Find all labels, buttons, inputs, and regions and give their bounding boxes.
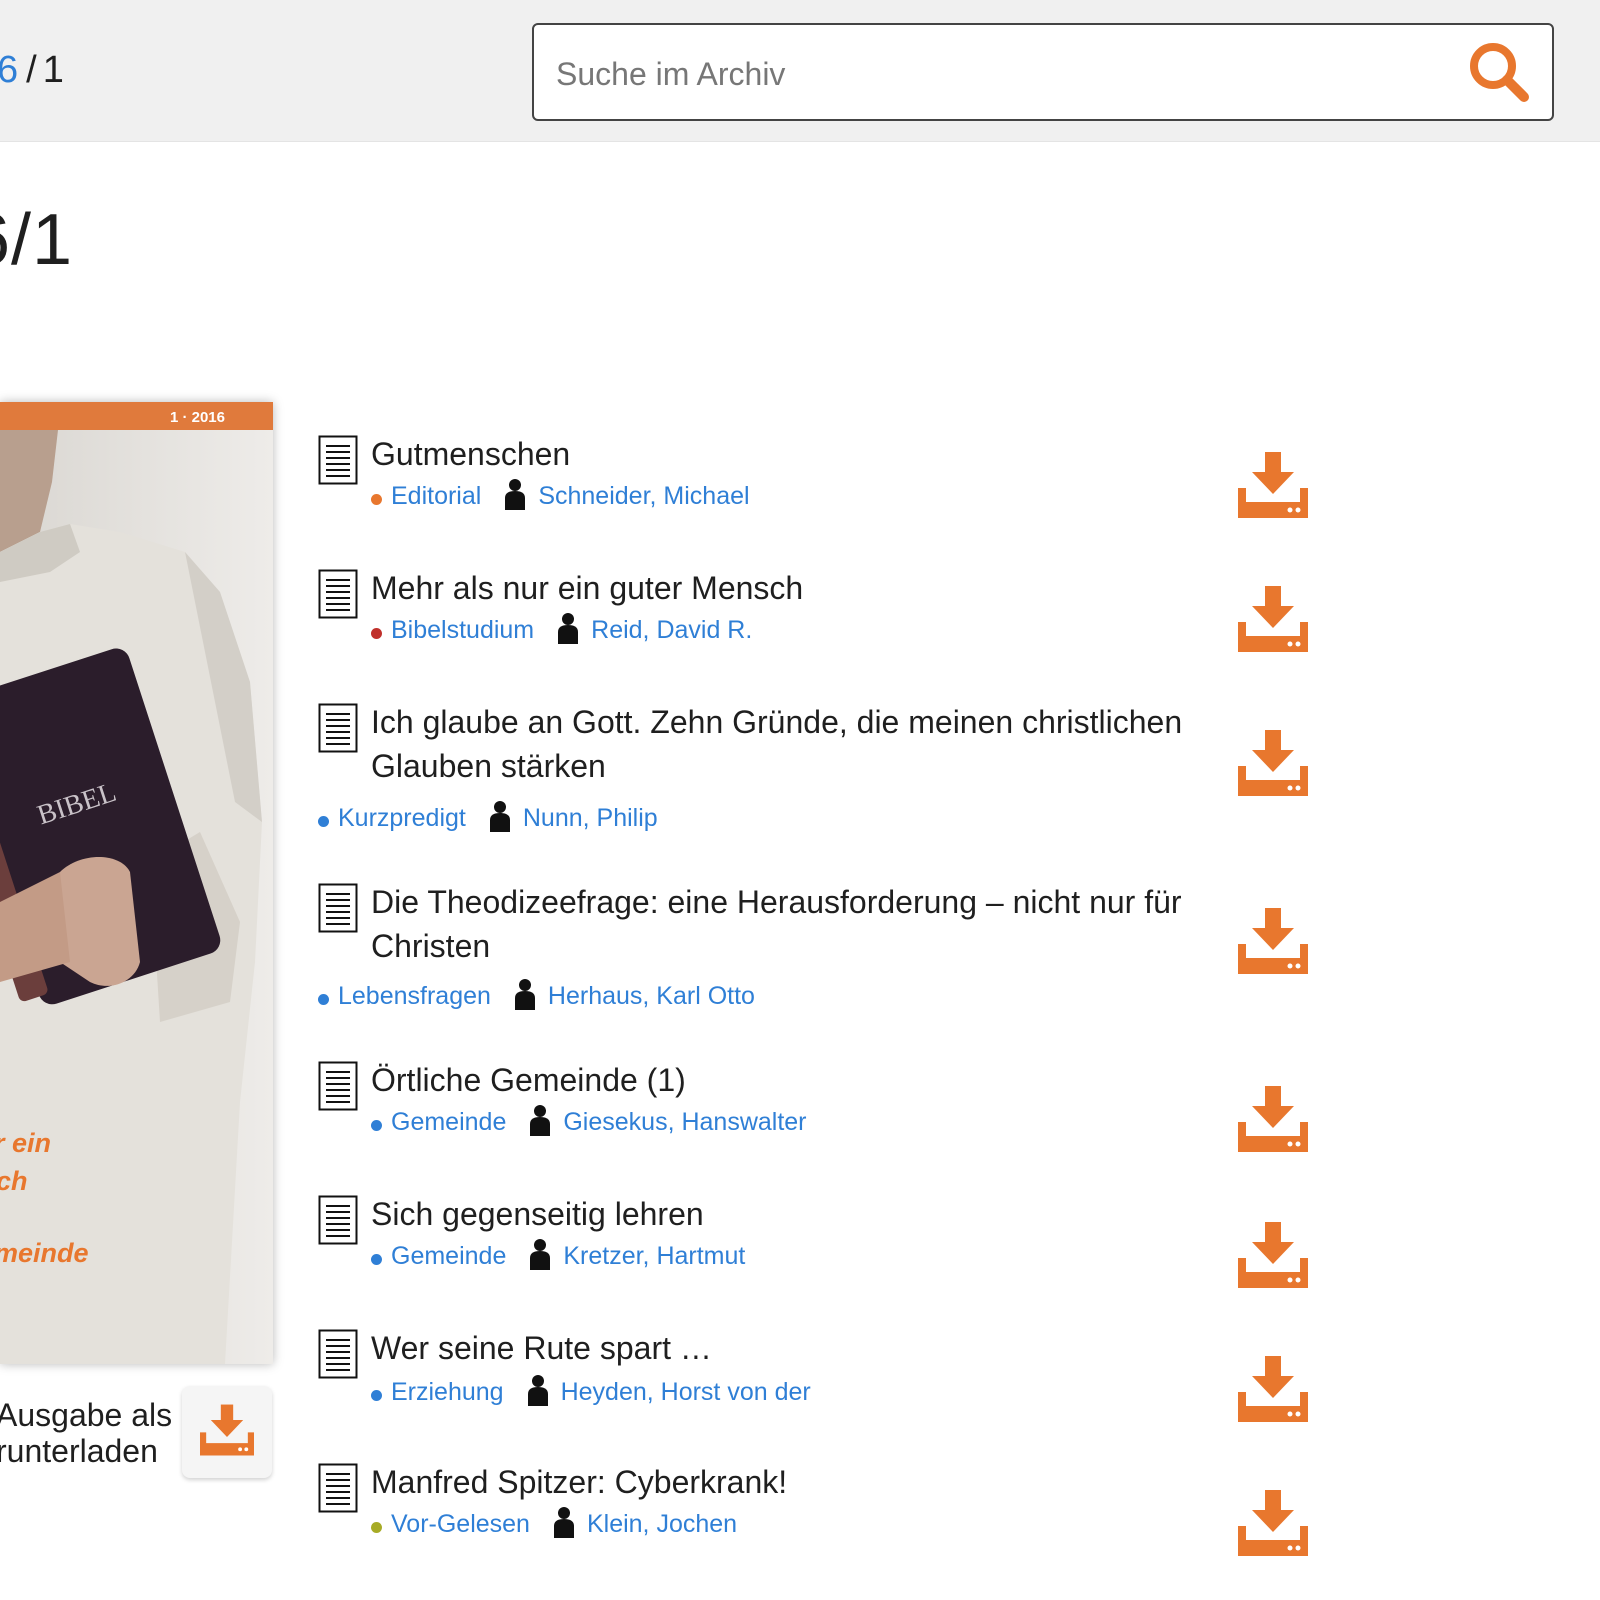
author-link[interactable]: Klein, Jochen bbox=[587, 1510, 737, 1538]
person-icon bbox=[558, 613, 579, 644]
document-icon[interactable] bbox=[318, 1195, 358, 1245]
download-icon[interactable] bbox=[1238, 1356, 1308, 1422]
download-issue-label: Ausgabe als runterladen bbox=[0, 1397, 176, 1469]
download-issue-button[interactable] bbox=[182, 1386, 272, 1478]
article-meta: Kurzpredigt Nunn, Philip bbox=[318, 800, 658, 833]
top-bar: 6/1 bbox=[0, 0, 1600, 142]
cover-caption-line-3: meinde bbox=[0, 1238, 89, 1268]
search-input[interactable] bbox=[554, 43, 1438, 105]
download-icon[interactable] bbox=[1238, 1490, 1308, 1556]
person-icon bbox=[514, 979, 535, 1010]
document-icon[interactable] bbox=[318, 1329, 358, 1379]
person-icon bbox=[553, 1507, 574, 1538]
document-icon[interactable] bbox=[318, 569, 358, 619]
article-title[interactable]: Wer seine Rute spart … bbox=[371, 1326, 1216, 1370]
person-icon bbox=[530, 1105, 551, 1136]
download-icon[interactable] bbox=[1238, 908, 1308, 974]
article-meta: Lebensfragen Herhaus, Karl Otto bbox=[318, 978, 755, 1011]
cover-issue-label: 1 · 2016 bbox=[170, 409, 225, 426]
download-icon[interactable] bbox=[1238, 1222, 1308, 1288]
article-title[interactable]: Sich gegenseitig lehren bbox=[371, 1192, 1216, 1236]
category-link[interactable]: Editorial bbox=[391, 482, 481, 510]
category-link[interactable]: Erziehung bbox=[391, 1378, 504, 1406]
cover-caption-line-1: r ein bbox=[0, 1128, 51, 1158]
breadcrumb-current-link[interactable]: 6 bbox=[0, 49, 18, 91]
download-icon bbox=[200, 1404, 254, 1456]
download-icon[interactable] bbox=[1238, 452, 1308, 518]
document-icon[interactable] bbox=[318, 703, 358, 753]
article-title[interactable]: Mehr als nur ein guter Mensch bbox=[371, 566, 1216, 610]
article-title[interactable]: Die Theodizeefrage: eine Herausforderung… bbox=[371, 880, 1216, 968]
search-box bbox=[532, 23, 1554, 121]
breadcrumb-separator: / bbox=[26, 49, 37, 91]
article-meta: Erziehung Heyden, Horst von der bbox=[371, 1374, 811, 1407]
article-title[interactable]: Örtliche Gemeinde (1) bbox=[371, 1058, 1216, 1102]
search-icon bbox=[1470, 43, 1529, 102]
article-title[interactable]: Manfred Spitzer: Cyberkrank! bbox=[371, 1460, 1216, 1504]
person-icon bbox=[505, 479, 526, 510]
category-dot bbox=[371, 628, 382, 639]
issue-cover-image[interactable]: 1 · 2016 BIBEL r ein ch meinde bbox=[0, 402, 273, 1364]
category-dot bbox=[371, 494, 382, 505]
download-icon[interactable] bbox=[1238, 730, 1308, 796]
article-meta: Editorial Schneider, Michael bbox=[371, 478, 750, 511]
category-dot bbox=[371, 1120, 382, 1131]
category-dot bbox=[371, 1254, 382, 1265]
breadcrumb: 6/1 bbox=[0, 46, 64, 94]
document-icon[interactable] bbox=[318, 1463, 358, 1513]
cover-header-band bbox=[0, 402, 273, 430]
article-meta: Bibelstudium Reid, David R. bbox=[371, 612, 752, 645]
author-link[interactable]: Reid, David R. bbox=[591, 616, 752, 644]
person-icon bbox=[530, 1239, 551, 1270]
download-issue-label-line1: Ausgabe als bbox=[0, 1397, 173, 1433]
article-meta: Vor-Gelesen Klein, Jochen bbox=[371, 1506, 737, 1539]
article-title[interactable]: Gutmenschen bbox=[371, 432, 1216, 476]
download-icon[interactable] bbox=[1238, 586, 1308, 652]
category-link[interactable]: Kurzpredigt bbox=[338, 804, 466, 832]
download-issue-label-line2: runterladen bbox=[0, 1433, 158, 1469]
category-link[interactable]: Gemeinde bbox=[391, 1108, 506, 1136]
document-icon[interactable] bbox=[318, 1061, 358, 1111]
article-meta: Gemeinde Giesekus, Hanswalter bbox=[371, 1104, 807, 1137]
article-meta: Gemeinde Kretzer, Hartmut bbox=[371, 1238, 745, 1271]
author-link[interactable]: Giesekus, Hanswalter bbox=[563, 1108, 806, 1136]
search-button[interactable] bbox=[1464, 37, 1534, 107]
category-dot bbox=[371, 1522, 382, 1533]
category-link[interactable]: Gemeinde bbox=[391, 1242, 506, 1270]
category-dot bbox=[318, 994, 329, 1005]
page-title: 6/1 bbox=[0, 200, 74, 280]
category-link[interactable]: Lebensfragen bbox=[338, 982, 491, 1010]
article-title[interactable]: Ich glaube an Gott. Zehn Gründe, die mei… bbox=[371, 700, 1216, 788]
author-link[interactable]: Heyden, Horst von der bbox=[561, 1378, 811, 1406]
person-icon bbox=[527, 1375, 548, 1406]
cover-caption-line-2: ch bbox=[0, 1166, 28, 1196]
download-icon[interactable] bbox=[1238, 1086, 1308, 1152]
category-dot bbox=[318, 816, 329, 827]
breadcrumb-total: 1 bbox=[42, 49, 64, 91]
category-dot bbox=[371, 1390, 382, 1401]
document-icon[interactable] bbox=[318, 435, 358, 485]
author-link[interactable]: Schneider, Michael bbox=[538, 482, 749, 510]
author-link[interactable]: Herhaus, Karl Otto bbox=[548, 982, 755, 1010]
author-link[interactable]: Nunn, Philip bbox=[523, 804, 658, 832]
author-link[interactable]: Kretzer, Hartmut bbox=[563, 1242, 745, 1270]
category-link[interactable]: Bibelstudium bbox=[391, 616, 534, 644]
document-icon[interactable] bbox=[318, 883, 358, 933]
person-icon bbox=[489, 801, 510, 832]
category-link[interactable]: Vor-Gelesen bbox=[391, 1510, 530, 1538]
